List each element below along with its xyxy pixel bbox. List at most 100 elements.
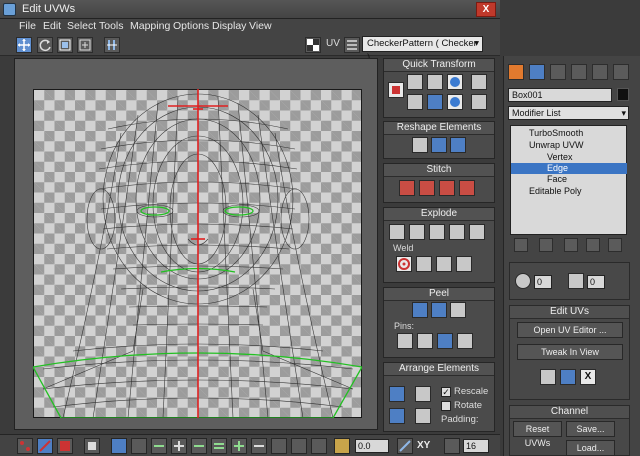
space-horizontal-icon[interactable] (471, 74, 487, 90)
select-value-b[interactable]: 0 (587, 275, 605, 289)
pack-normalize-icon[interactable] (389, 386, 405, 402)
map-list-icon[interactable] (344, 37, 360, 53)
edge-distance-icon[interactable] (397, 438, 413, 454)
target-weld-icon[interactable] (396, 256, 412, 272)
relax-icon[interactable] (431, 137, 447, 153)
rotate-icon[interactable] (37, 37, 53, 53)
peel-mode-icon[interactable] (431, 302, 447, 318)
space-vertical-icon[interactable] (471, 94, 487, 110)
save-button[interactable]: Save... (566, 421, 615, 437)
select-by-element-icon[interactable] (515, 273, 531, 289)
menu-options[interactable]: Options (173, 20, 209, 32)
align-scale-icon[interactable] (427, 94, 443, 110)
channel-header[interactable]: Channel (510, 406, 629, 419)
modifier-stack[interactable]: TurboSmooth Unwrap UVW Vertex Edge Face … (510, 125, 627, 235)
ring-plus-icon[interactable] (231, 438, 247, 454)
tweak-in-view-button[interactable]: Tweak In View (517, 344, 623, 360)
xy-label[interactable]: XY (417, 440, 430, 451)
flatten-settings-icon[interactable] (449, 224, 465, 240)
stack-item-edge[interactable]: Edge (511, 163, 627, 174)
pack-custom-icon[interactable] (415, 386, 431, 402)
align-to-edge-icon[interactable] (388, 82, 404, 98)
quick-transform-header[interactable]: Quick Transform (384, 59, 494, 72)
weld-all-icon[interactable] (456, 256, 472, 272)
rotate-minus-icon[interactable] (447, 74, 463, 90)
edge-mode-icon[interactable] (37, 438, 53, 454)
grow-select-icon[interactable] (111, 438, 127, 454)
menu-display[interactable]: Display (212, 20, 246, 32)
loop-plus-icon[interactable] (171, 438, 187, 454)
loop-minus-icon[interactable] (151, 438, 167, 454)
flatten-icon[interactable] (429, 224, 445, 240)
break-icon[interactable] (389, 224, 405, 240)
object-color-swatch[interactable] (617, 88, 629, 101)
select-value-a[interactable]: 0 (534, 275, 552, 289)
arrange-elements-header[interactable]: Arrange Elements (384, 363, 494, 376)
vertex-mode-icon[interactable] (17, 438, 33, 454)
auto-pin-icon[interactable] (437, 333, 453, 349)
pin-icon[interactable] (397, 333, 413, 349)
uv-mesh[interactable] (33, 89, 362, 418)
soft-select-value[interactable]: 0.0 (355, 439, 389, 453)
make-unique-icon[interactable] (564, 238, 578, 252)
rescale-checkbox[interactable]: ✓ (441, 387, 451, 397)
stack-item-turbosmooth[interactable]: TurboSmooth (511, 128, 627, 139)
pack-together-icon[interactable] (389, 408, 405, 424)
menu-edit[interactable]: Edit (43, 20, 61, 32)
menu-tools[interactable]: Tools (99, 20, 124, 32)
reset-uvws-button[interactable]: Reset UVWs (513, 421, 562, 448)
stitch-average-icon[interactable] (419, 180, 435, 196)
falloff-value[interactable]: 16 (463, 439, 489, 453)
checker-display-icon[interactable] (305, 37, 321, 53)
object-name-field[interactable]: Box001 (508, 88, 612, 102)
uv-tool-b-icon[interactable] (560, 369, 576, 385)
configure-modifier-sets-icon[interactable] (608, 238, 622, 252)
reset-peel-icon[interactable] (450, 302, 466, 318)
close-button[interactable]: X (476, 2, 496, 17)
weld-threshold-icon[interactable] (436, 256, 452, 272)
utilities-tab-icon[interactable] (613, 64, 629, 80)
menu-select[interactable]: Select (67, 20, 96, 32)
stack-item-unwrap-uvw[interactable]: Unwrap UVW (511, 140, 627, 151)
uv-tool-a-icon[interactable] (540, 369, 556, 385)
pin-stack-icon[interactable] (514, 238, 528, 252)
mirror-icon[interactable] (104, 37, 120, 53)
detach-icon[interactable] (409, 224, 425, 240)
modify-tab-icon[interactable] (529, 64, 545, 80)
peel-header[interactable]: Peel (384, 288, 494, 301)
edit-uvs-header[interactable]: Edit UVs (510, 306, 629, 319)
lock-selection-icon[interactable] (444, 438, 460, 454)
stitch-settings-icon[interactable] (459, 180, 475, 196)
align-horizontal-icon[interactable] (407, 74, 423, 90)
rotate-checkbox[interactable] (441, 401, 451, 411)
align-center-icon[interactable] (407, 94, 423, 110)
menu-mapping[interactable]: Mapping (130, 20, 170, 32)
scale-icon[interactable] (57, 37, 73, 53)
modifier-list-dropdown[interactable]: Modifier List ▾ (508, 106, 629, 120)
pack-settings-icon[interactable] (415, 408, 431, 424)
texture-dropdown[interactable]: CheckerPattern ( Checker ) ▾ (362, 36, 483, 63)
shrink-select-icon[interactable] (131, 438, 147, 454)
show-end-result-icon[interactable] (539, 238, 553, 252)
motion-tab-icon[interactable] (571, 64, 587, 80)
reshape-elements-header[interactable]: Reshape Elements (384, 122, 494, 135)
select-ring-icon[interactable] (568, 273, 584, 289)
explode-header[interactable]: Explode (384, 208, 494, 221)
relax-settings-icon[interactable] (450, 137, 466, 153)
weld-selected-icon[interactable] (416, 256, 432, 272)
menu-view[interactable]: View (249, 20, 272, 32)
rotate-plus-icon[interactable] (447, 94, 463, 110)
element-mode-icon[interactable] (84, 438, 100, 454)
freeform-icon[interactable] (77, 37, 93, 53)
face-mode-icon[interactable] (57, 438, 73, 454)
stitch-to-source-icon[interactable] (439, 180, 455, 196)
stitch-header[interactable]: Stitch (384, 164, 494, 177)
soft-select-icon[interactable] (334, 438, 350, 454)
hierarchy-tab-icon[interactable] (550, 64, 566, 80)
stitch-to-target-icon[interactable] (399, 180, 415, 196)
stack-item-editable-poly[interactable]: Editable Poly (511, 186, 627, 197)
explode-more-icon[interactable] (469, 224, 485, 240)
uv-tool-x-icon[interactable]: X (580, 369, 596, 385)
stack-item-face[interactable]: Face (511, 174, 627, 185)
paint-size-icon[interactable] (291, 438, 307, 454)
